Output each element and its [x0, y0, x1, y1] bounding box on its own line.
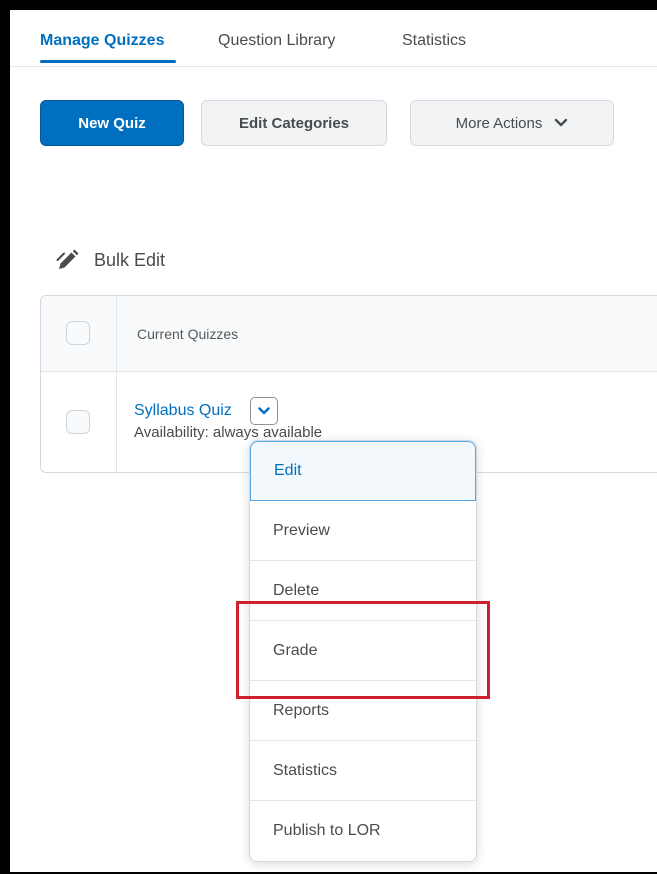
table-header	[41, 296, 657, 371]
bulk-edit-button[interactable]: Bulk Edit	[56, 248, 165, 272]
menu-item-publish-to-lor[interactable]: Publish to LOR	[250, 801, 476, 861]
bulk-edit-label: Bulk Edit	[94, 249, 166, 270]
quiz-availability: Availability: always available	[134, 424, 323, 441]
new-quiz-label: New Quiz	[78, 114, 146, 132]
menu-item-grade[interactable]: Grade	[250, 621, 476, 681]
menu-item-edit[interactable]: Edit	[250, 441, 476, 501]
quiz-actions-dropdown[interactable]	[250, 397, 278, 425]
column-divider	[116, 296, 117, 474]
row-divider	[41, 371, 657, 372]
menu-item-preview[interactable]: Preview	[250, 501, 476, 561]
edit-categories-label: Edit Categories	[238, 114, 350, 132]
active-tab-indicator	[40, 60, 176, 63]
chevron-down-icon	[258, 407, 270, 415]
pencil-icon	[56, 248, 80, 272]
row-checkbox[interactable]	[66, 410, 90, 434]
tab-statistics[interactable]: Statistics	[402, 32, 466, 50]
menu-item-delete[interactable]: Delete	[250, 561, 476, 621]
quiz-context-menu: Edit Preview Delete Grade Reports Statis…	[249, 440, 477, 862]
quizzes-page: Manage Quizzes Question Library Statisti…	[10, 10, 657, 872]
chevron-down-icon	[554, 118, 568, 128]
menu-item-reports[interactable]: Reports	[250, 681, 476, 741]
new-quiz-button[interactable]: New Quiz	[40, 100, 184, 146]
tab-question-library[interactable]: Question Library	[218, 32, 335, 50]
tab-manage-quizzes[interactable]: Manage Quizzes	[40, 32, 164, 50]
menu-item-statistics[interactable]: Statistics	[250, 741, 476, 801]
current-quizzes-header: Current Quizzes	[137, 326, 239, 342]
more-actions-label: More Actions	[455, 114, 543, 132]
select-all-checkbox[interactable]	[66, 321, 90, 345]
edit-categories-button[interactable]: Edit Categories	[201, 100, 387, 146]
quiz-title-link[interactable]: Syllabus Quiz	[134, 402, 232, 420]
more-actions-button[interactable]: More Actions	[410, 100, 614, 146]
tab-bar: Manage Quizzes Question Library Statisti…	[10, 10, 657, 67]
